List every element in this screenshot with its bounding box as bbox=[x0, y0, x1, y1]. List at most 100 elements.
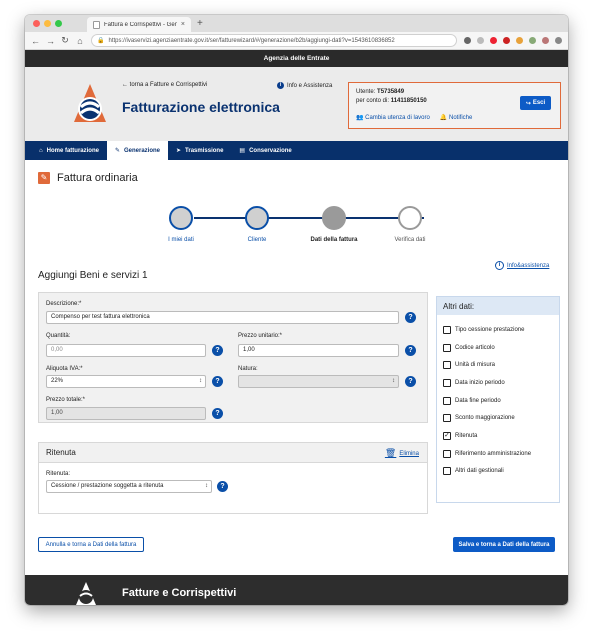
checkbox[interactable] bbox=[443, 378, 451, 387]
checkbox-label: Ritenuta bbox=[455, 432, 478, 439]
users-icon: 👥 bbox=[356, 115, 366, 121]
step-label-cliente[interactable]: Cliente bbox=[222, 237, 292, 243]
info-icon: i bbox=[495, 261, 504, 270]
altri-item-codice-articolo[interactable]: Codice articolo bbox=[443, 339, 553, 357]
notifications-link[interactable]: 🔔 Notifiche bbox=[440, 114, 472, 121]
bell-icon: 🔔 bbox=[439, 115, 449, 121]
delete-ritenuta-link[interactable]: 🗑 Elimina bbox=[385, 448, 419, 459]
tab-trasmissione[interactable]: ➤ Trasmissione bbox=[168, 141, 231, 160]
step-label-miei-dati[interactable]: I miei dati bbox=[146, 237, 216, 243]
checkbox[interactable] bbox=[443, 343, 451, 352]
checkbox[interactable] bbox=[443, 467, 451, 476]
exit-button[interactable]: ↪ Esci bbox=[520, 96, 551, 110]
ritenuta-header: Ritenuta 🗑 Elimina bbox=[39, 443, 427, 463]
altri-item-unita-misura[interactable]: Unità di misura bbox=[443, 356, 553, 374]
stepper-line bbox=[194, 217, 424, 219]
info-assistenza-link[interactable]: i Info e Assistenza bbox=[277, 82, 332, 89]
forward-icon[interactable]: → bbox=[46, 36, 55, 46]
new-tab-button[interactable]: + bbox=[197, 18, 203, 29]
add-goods-title: Aggiungi Beni e servizi 1 bbox=[38, 270, 148, 281]
altri-item-ritenuta[interactable]: ✓ Ritenuta bbox=[443, 427, 553, 445]
extension-icon[interactable] bbox=[529, 37, 536, 44]
extension-icon[interactable] bbox=[516, 37, 523, 44]
back-link-label: torna a Fatture e Corrispettivi bbox=[129, 82, 208, 88]
checkbox-label: Data fine periodo bbox=[455, 397, 501, 404]
altri-dati-panel: Altri dati: Tipo cessione prestazione Co… bbox=[436, 296, 560, 503]
page-title: Fattura ordinaria bbox=[57, 172, 138, 184]
prezzo-unitario-input[interactable]: 1,00 bbox=[238, 344, 399, 357]
reload-icon[interactable]: ↻ bbox=[61, 35, 69, 46]
home-icon[interactable]: ⌂ bbox=[76, 36, 84, 46]
address-bar[interactable]: 🔒 https://ivaservizi.agenziaentrate.gov.… bbox=[91, 34, 457, 47]
tab-label: Trasmissione bbox=[185, 147, 224, 154]
tab-label: Conservazione bbox=[249, 147, 292, 154]
close-window-button[interactable] bbox=[33, 20, 40, 27]
altri-item-gestionali[interactable]: Altri dati gestionali bbox=[443, 463, 553, 481]
back-to-fatture-link[interactable]: ← torna a Fatture e Corrispettivi bbox=[122, 82, 207, 88]
delete-label: Elimina bbox=[399, 450, 419, 457]
altri-item-sconto[interactable]: Sconto maggiorazione bbox=[443, 409, 553, 427]
altri-item-data-fine[interactable]: Data fine periodo bbox=[443, 392, 553, 410]
help-icon[interactable]: ? bbox=[212, 345, 223, 356]
ritenuta-select[interactable]: Cessione / prestazione soggetta a ritenu… bbox=[46, 480, 212, 493]
page-favicon-icon bbox=[93, 20, 100, 29]
checkbox[interactable] bbox=[443, 361, 451, 370]
tab-conservazione[interactable]: ▤ Conservazione bbox=[231, 141, 299, 160]
tab-home-fatturazione[interactable]: ⌂ Home fatturazione bbox=[31, 141, 107, 160]
info-assistenza-label: Info&assistenza bbox=[507, 262, 550, 269]
change-user-label: Cambia utenza di lavoro bbox=[365, 115, 430, 121]
help-icon[interactable]: ? bbox=[405, 312, 416, 323]
natura-select[interactable] bbox=[238, 375, 399, 388]
step-circle-miei-dati[interactable] bbox=[169, 206, 193, 230]
bookmark-star-icon[interactable] bbox=[477, 37, 484, 44]
page-header: ← torna a Fatture e Corrispettivi i Info… bbox=[25, 67, 568, 141]
step-label-verifica-dati: Verifica dati bbox=[394, 237, 426, 243]
help-icon[interactable]: ? bbox=[212, 408, 223, 419]
browser-tab[interactable]: Fattura e Corrispettivi - Genera... × bbox=[87, 17, 191, 32]
altri-item-riferimento[interactable]: Riferimento amministrazione bbox=[443, 445, 553, 463]
help-icon[interactable]: ? bbox=[212, 376, 223, 387]
minimize-window-button[interactable] bbox=[44, 20, 51, 27]
maximize-window-button[interactable] bbox=[55, 20, 62, 27]
altri-dati-title: Altri dati: bbox=[437, 297, 559, 315]
help-icon[interactable]: ? bbox=[405, 345, 416, 356]
tab-close-icon[interactable]: × bbox=[181, 21, 185, 28]
checkbox-checked[interactable]: ✓ bbox=[443, 431, 451, 440]
extension-icon[interactable] bbox=[464, 37, 471, 44]
quantita-input[interactable]: 0,00 bbox=[46, 344, 206, 357]
cancel-button[interactable]: Annulla e torna a Dati della fattura bbox=[38, 537, 144, 552]
aliquota-iva-select[interactable]: 22% bbox=[46, 375, 206, 388]
descrizione-label: Descrizione:* bbox=[46, 301, 82, 307]
checkbox[interactable] bbox=[443, 325, 451, 334]
checkbox-label: Tipo cessione prestazione bbox=[455, 326, 525, 333]
checkbox[interactable] bbox=[443, 449, 451, 458]
info-assistenza-link[interactable]: i Info&assistenza bbox=[495, 261, 549, 270]
exit-button-label: Esci bbox=[532, 100, 546, 106]
notifications-label: Notifiche bbox=[448, 115, 473, 121]
checkbox[interactable] bbox=[443, 414, 451, 423]
checkbox-label: Data inizio periodo bbox=[455, 379, 505, 386]
agenzia-logo-icon bbox=[76, 582, 96, 605]
opera-extension-icon[interactable] bbox=[490, 37, 497, 44]
altri-item-data-inizio[interactable]: Data inizio periodo bbox=[443, 374, 553, 392]
url-text: https://ivaservizi.agenziaentrate.gov.it… bbox=[108, 37, 395, 44]
descrizione-input[interactable]: Compenso per test fattura elettronica bbox=[46, 311, 399, 324]
step-circle-cliente[interactable] bbox=[245, 206, 269, 230]
ritenuta-section: Ritenuta 🗑 Elimina Ritenuta: Cessione / … bbox=[38, 442, 428, 514]
altri-item-tipo-cessione[interactable]: Tipo cessione prestazione bbox=[443, 321, 553, 339]
back-icon[interactable]: ← bbox=[31, 36, 40, 46]
profile-avatar[interactable] bbox=[542, 37, 549, 44]
checkbox[interactable] bbox=[443, 396, 451, 405]
help-icon[interactable]: ? bbox=[217, 481, 228, 492]
save-button[interactable]: Salva e torna a Dati della fattura bbox=[453, 537, 555, 552]
help-icon[interactable]: ? bbox=[405, 376, 416, 387]
menu-icon[interactable] bbox=[555, 37, 562, 44]
change-user-link[interactable]: 👥 Cambia utenza di lavoro bbox=[356, 114, 430, 121]
home-icon: ⌂ bbox=[39, 147, 43, 154]
user-links: 👥 Cambia utenza di lavoro 🔔 Notifiche bbox=[356, 114, 472, 121]
user-box: Utente: T5735849 per conto di: 114118501… bbox=[348, 82, 561, 129]
adblock-extension-icon[interactable] bbox=[503, 37, 510, 44]
tab-generazione[interactable]: ✎ Generazione bbox=[106, 141, 169, 160]
conto-value: 11411850150 bbox=[390, 98, 427, 104]
browser-toolbar: ← → ↻ ⌂ 🔒 https://ivaservizi.agenziaentr… bbox=[25, 32, 568, 50]
